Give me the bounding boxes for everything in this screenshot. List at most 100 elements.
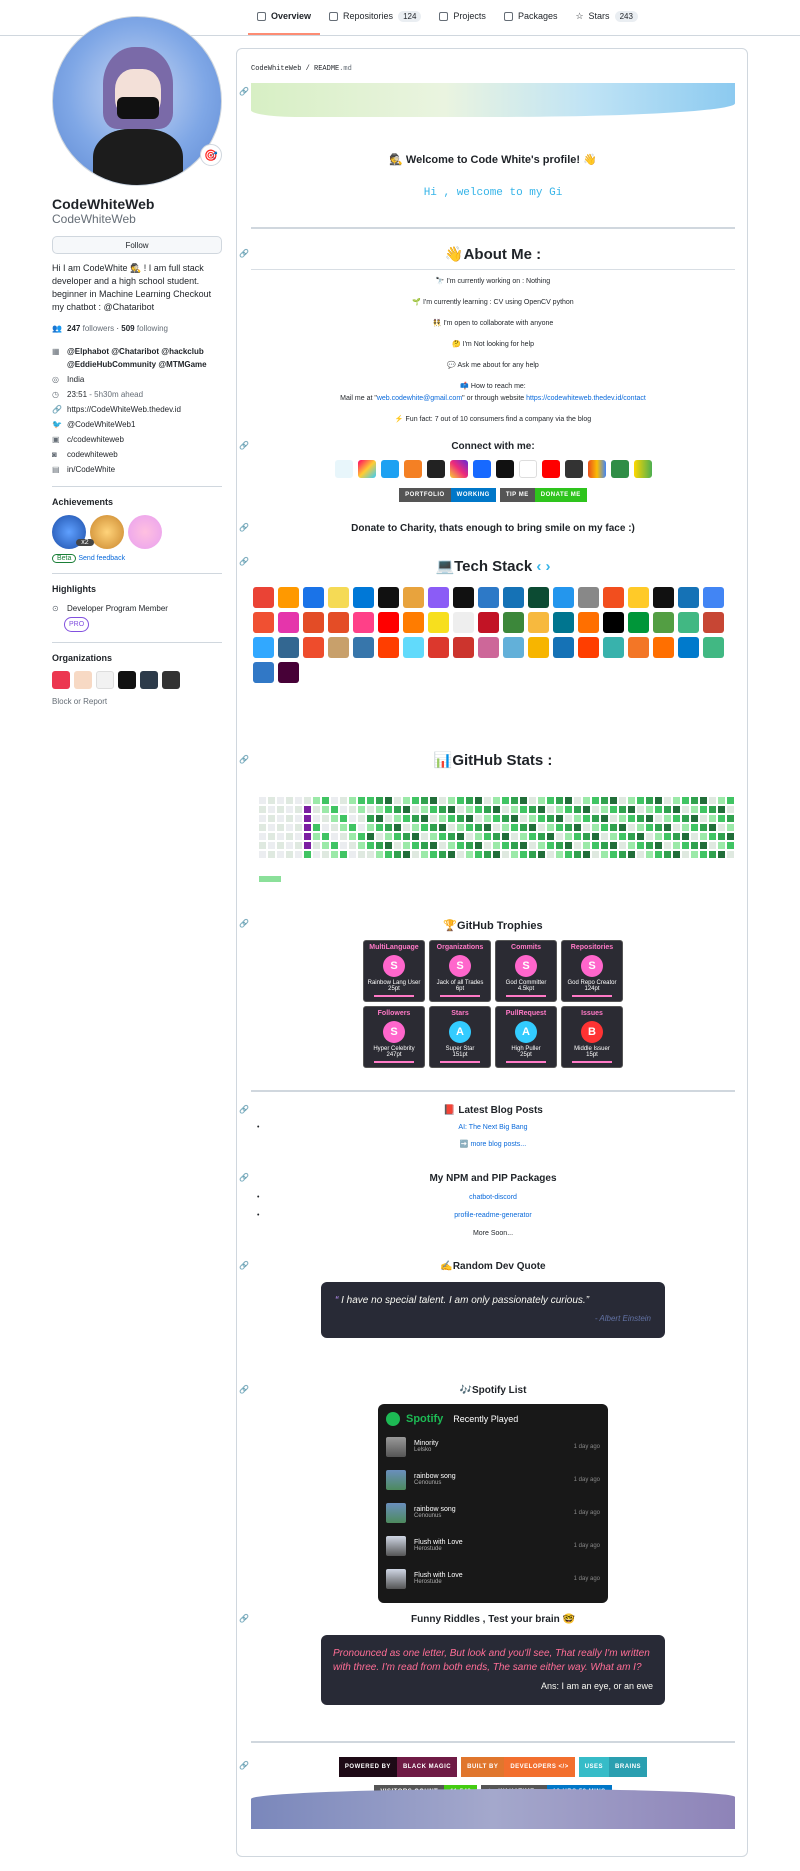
contribution-cell	[682, 833, 689, 840]
tech-logo-icon	[478, 587, 499, 608]
website[interactable]: 🔗 https://CodeWhiteWeb.thedev.id	[52, 403, 222, 416]
twitter-icon[interactable]	[380, 460, 399, 478]
hashnode-icon[interactable]	[495, 460, 514, 478]
achievements-heading[interactable]: Achievements	[52, 497, 222, 507]
followers-count[interactable]: 247	[67, 324, 80, 333]
kaggle-icon[interactable]	[633, 460, 652, 478]
divider	[52, 642, 222, 643]
contribution-cell	[574, 824, 581, 831]
linkedin-link[interactable]: in/CodeWhite	[67, 463, 115, 476]
track-row[interactable]: rainbow song Cenounus 1 day ago	[386, 1463, 600, 1496]
tab-stars[interactable]: ☆ Stars 243	[566, 0, 646, 35]
trophy-cup-icon: A	[515, 1021, 537, 1043]
readme-path-text[interactable]: CodeWhiteWeb / README	[251, 65, 339, 73]
track-row[interactable]: Minority Lelsko 1 day ago	[386, 1430, 600, 1463]
avatar[interactable]	[52, 16, 222, 186]
contribution-cell	[673, 815, 680, 822]
leetcode-icon[interactable]	[587, 460, 606, 478]
instagram[interactable]: ◙ codewhiteweb	[52, 448, 222, 461]
feedback-row: Beta Send feedback	[52, 554, 222, 563]
org-avatar-discord[interactable]	[118, 671, 136, 689]
anchor-link-icon[interactable]: 🔗	[239, 249, 249, 258]
tab-overview[interactable]: Overview	[248, 0, 321, 35]
youtube-icon[interactable]	[541, 460, 560, 478]
tab-packages[interactable]: Packages	[495, 0, 567, 35]
status-emoji[interactable]: 🎯	[200, 144, 222, 166]
hackerrank-icon[interactable]	[564, 460, 583, 478]
tip-badge[interactable]: TIP ME DONATE ME	[499, 488, 587, 502]
track-row[interactable]: Flush with Love Herostude 1 day ago	[386, 1562, 600, 1595]
anchor-link-icon[interactable]: 🔗	[239, 1261, 249, 1270]
anchor-link-icon[interactable]: 🔗	[239, 755, 249, 764]
contribution-cell	[403, 806, 410, 813]
youtube[interactable]: ▣ c/codewhiteweb	[52, 433, 222, 446]
contribution-cell	[547, 806, 554, 813]
anchor-link-icon[interactable]: 🔗	[239, 1173, 249, 1182]
org-avatar-chataribot[interactable]	[162, 671, 180, 689]
anchor-link-icon[interactable]: 🔗	[239, 557, 249, 566]
send-feedback-link[interactable]: Send feedback	[78, 555, 125, 562]
contribution-cell	[637, 806, 644, 813]
tech-logo-icon	[703, 637, 724, 658]
tech-logo-icon	[603, 587, 624, 608]
email-link[interactable]: web.codewhite@gmail.com	[377, 395, 462, 402]
tab-projects[interactable]: Projects	[430, 0, 495, 35]
twitter[interactable]: 🐦 @CodeWhiteWeb1	[52, 418, 222, 431]
youtube-link[interactable]: c/codewhiteweb	[67, 433, 124, 446]
instagram-link[interactable]: codewhiteweb	[67, 448, 118, 461]
blog-post-link[interactable]: AI: The Next Big Bang	[458, 1124, 527, 1131]
trophy-progress-bar	[440, 995, 480, 997]
track-row[interactable]: rainbow song Cenounus 1 day ago	[386, 1496, 600, 1529]
tab-repositories[interactable]: Repositories 124	[320, 0, 430, 35]
org-mentions-text[interactable]: @Elphabot @Chataribot @hackclub @EddieHu…	[67, 345, 222, 371]
portfolio-badge[interactable]: PORTFOLIO WORKING	[399, 488, 496, 502]
contribution-cell	[502, 833, 509, 840]
package-link[interactable]: profile-readme-generator	[454, 1212, 531, 1219]
dribbble-icon[interactable]	[357, 460, 376, 478]
org-avatar-eddiehub[interactable]	[74, 671, 92, 689]
contribution-cell	[574, 842, 581, 849]
follow-button[interactable]: Follow	[52, 236, 222, 254]
anchor-link-icon[interactable]: 🔗	[239, 1761, 249, 1770]
trophy-title: Followers	[377, 1010, 411, 1017]
following-label[interactable]: following	[137, 324, 168, 333]
contact-site-link[interactable]: https://codewhiteweb.thedev.id/contact	[526, 395, 646, 402]
org-avatar-hackclub[interactable]	[52, 671, 70, 689]
codesandbox-icon[interactable]	[426, 460, 445, 478]
contribution-cell	[574, 851, 581, 858]
followers-label[interactable]: followers	[83, 324, 115, 333]
package-link[interactable]: chatbot-discord	[469, 1194, 517, 1201]
contribution-cell	[259, 824, 266, 831]
anchor-link-icon[interactable]: 🔗	[239, 919, 249, 928]
block-report-link[interactable]: Block or Report	[52, 697, 222, 706]
behance-icon[interactable]	[472, 460, 491, 478]
twitter-link[interactable]: @CodeWhiteWeb1	[67, 418, 135, 431]
linkedin[interactable]: ▤ in/CodeWhite	[52, 463, 222, 476]
played-ago: 1 day ago	[573, 1575, 600, 1582]
medium-icon[interactable]	[518, 460, 537, 478]
achievement-badge-yolo[interactable]	[128, 515, 162, 549]
org-avatar-elphabot[interactable]	[140, 671, 158, 689]
more-posts-link[interactable]: ➡️ more blog posts...	[460, 1141, 526, 1148]
geeksforgeeks-icon[interactable]	[610, 460, 629, 478]
anchor-link-icon[interactable]: 🔗	[239, 1614, 249, 1623]
anchor-link-icon[interactable]: 🔗	[239, 523, 249, 532]
following-count[interactable]: 509	[121, 324, 134, 333]
anchor-link-icon[interactable]: 🔗	[239, 441, 249, 450]
track-row[interactable]: Flush with Love Herostude 1 day ago	[386, 1529, 600, 1562]
contribution-cell	[331, 833, 338, 840]
about-line: 🌱 I'm currently learning : CV using Open…	[412, 299, 574, 306]
time-text: 23:51	[67, 390, 88, 399]
anchor-link-icon[interactable]: 🔗	[239, 1105, 249, 1114]
codepen-icon[interactable]	[334, 460, 353, 478]
org-avatar-mtmgame[interactable]	[96, 671, 114, 689]
website-link[interactable]: https://CodeWhiteWeb.thedev.id	[67, 403, 181, 416]
achievement-badge-quickdraw[interactable]	[90, 515, 124, 549]
stackoverflow-icon[interactable]	[403, 460, 422, 478]
played-ago: 1 day ago	[573, 1509, 600, 1516]
instagram-icon[interactable]	[449, 460, 468, 478]
anchor-link-icon[interactable]: 🔗	[239, 87, 249, 96]
anchor-link-icon[interactable]: 🔗	[239, 1385, 249, 1394]
quote-close-mark: ”	[585, 1295, 590, 1306]
more-soon: More Soon...	[472, 1230, 514, 1237]
